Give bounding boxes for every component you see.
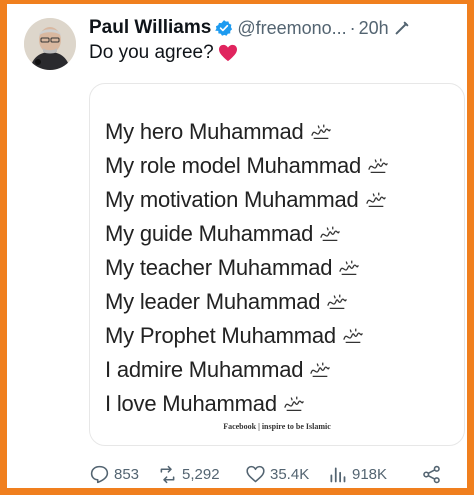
reply-count: 853 xyxy=(114,465,140,483)
card-line: My role model Muhammad xyxy=(105,149,389,183)
views-icon xyxy=(330,467,346,482)
views-button[interactable]: 918K xyxy=(327,464,421,485)
card-line: My teacher Muhammad xyxy=(105,251,389,285)
card-line-text: My Prophet Muhammad xyxy=(105,323,336,348)
author-name[interactable]: Paul Williams xyxy=(89,17,211,39)
repost-button[interactable]: 5,292 xyxy=(157,464,245,485)
card-line: My Prophet Muhammad xyxy=(105,319,389,353)
card-line-text: My hero Muhammad xyxy=(105,119,304,144)
tweet-timestamp[interactable]: 20h xyxy=(359,18,389,39)
separator-dot: · xyxy=(349,17,356,38)
card-line: I admire Muhammad xyxy=(105,353,389,387)
tweet-text: Do you agree? xyxy=(89,42,238,64)
pbuh-calligraphy-icon xyxy=(284,396,304,412)
pbuh-calligraphy-icon xyxy=(339,260,360,276)
card-text-lines: My hero Muhammad My role model Muhammad … xyxy=(105,115,389,421)
grok-icon[interactable] xyxy=(394,20,410,36)
image-credit: Facebook | inspire to be Islamic xyxy=(223,422,331,431)
card-line-text: My motivation Muhammad xyxy=(105,187,359,212)
card-line: My hero Muhammad xyxy=(105,115,389,149)
tweet-text-content: Do you agree? xyxy=(89,42,214,63)
reply-button[interactable]: 853 xyxy=(89,464,157,485)
card-line: My leader Muhammad xyxy=(105,285,389,319)
like-count: 35.4K xyxy=(270,465,310,483)
card-line: I love Muhammad xyxy=(105,387,389,421)
card-line-text: My role model Muhammad xyxy=(105,153,362,178)
reply-icon xyxy=(90,465,109,483)
tweet-actions: 853 5,292 35.4K 918K xyxy=(89,462,459,486)
pbuh-calligraphy-icon xyxy=(327,294,348,310)
pbuh-calligraphy-icon xyxy=(368,158,388,174)
avatar-photo xyxy=(24,18,76,70)
avatar[interactable] xyxy=(24,18,76,70)
share-button[interactable] xyxy=(421,464,446,485)
repost-count: 5,292 xyxy=(182,465,220,483)
card-line-text: My leader Muhammad xyxy=(105,289,321,314)
author-handle[interactable]: @freemono... xyxy=(237,18,346,39)
card-line-text: My teacher Muhammad xyxy=(105,255,333,280)
like-icon xyxy=(246,465,265,482)
heart-emoji-icon xyxy=(218,44,237,62)
card-line: My guide Muhammad xyxy=(105,217,389,251)
card-line-text: I admire Muhammad xyxy=(105,357,304,382)
repost-icon xyxy=(160,465,175,483)
pbuh-calligraphy-icon xyxy=(310,362,331,378)
pbuh-calligraphy-icon xyxy=(343,328,363,344)
image-card[interactable]: My hero Muhammad My role model Muhammad … xyxy=(89,83,465,446)
views-count: 918K xyxy=(352,465,388,483)
pbuh-calligraphy-icon xyxy=(365,192,386,208)
card-line-text: My guide Muhammad xyxy=(105,221,314,246)
like-button[interactable]: 35.4K xyxy=(245,464,327,485)
share-icon xyxy=(423,465,440,483)
tweet-header: Paul Williams @freemono... · 20h xyxy=(89,16,453,40)
pbuh-calligraphy-icon xyxy=(310,124,331,140)
pbuh-calligraphy-icon xyxy=(320,226,340,242)
tweet-frame: Paul Williams @freemono... · 20h Do you … xyxy=(0,0,474,495)
card-line: My motivation Muhammad xyxy=(105,183,389,217)
card-line-text: I love Muhammad xyxy=(105,391,277,416)
verified-badge-icon xyxy=(215,20,233,36)
